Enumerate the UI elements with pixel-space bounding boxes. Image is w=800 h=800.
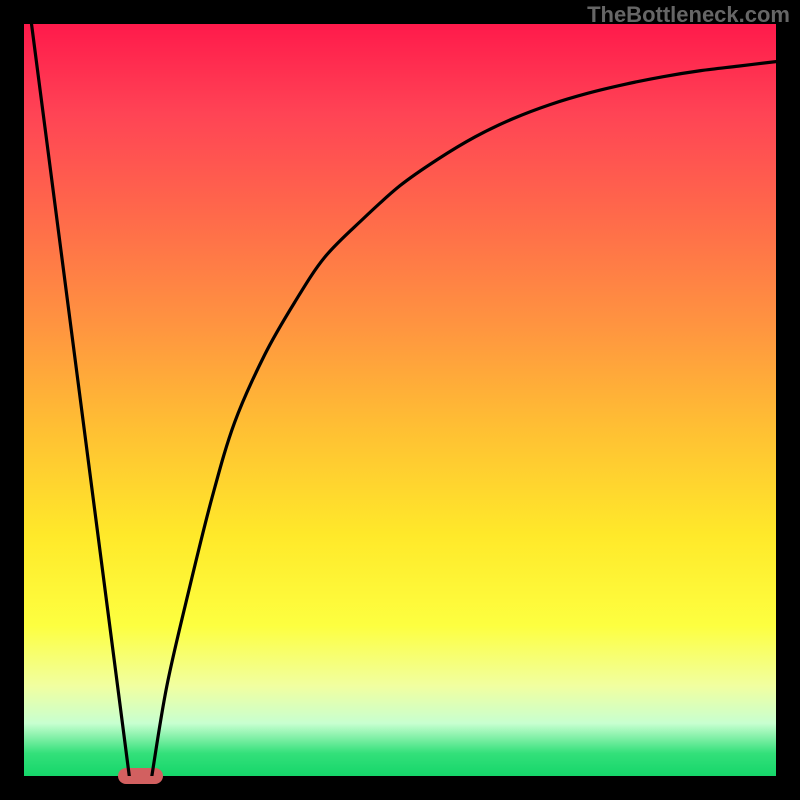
frame: TheBottleneck.com xyxy=(0,0,800,800)
left-leg-curve xyxy=(32,24,130,776)
curves-svg xyxy=(24,24,776,776)
plot-area xyxy=(24,24,776,776)
source-link[interactable]: TheBottleneck.com xyxy=(587,2,790,28)
right-leg-curve xyxy=(152,62,776,776)
